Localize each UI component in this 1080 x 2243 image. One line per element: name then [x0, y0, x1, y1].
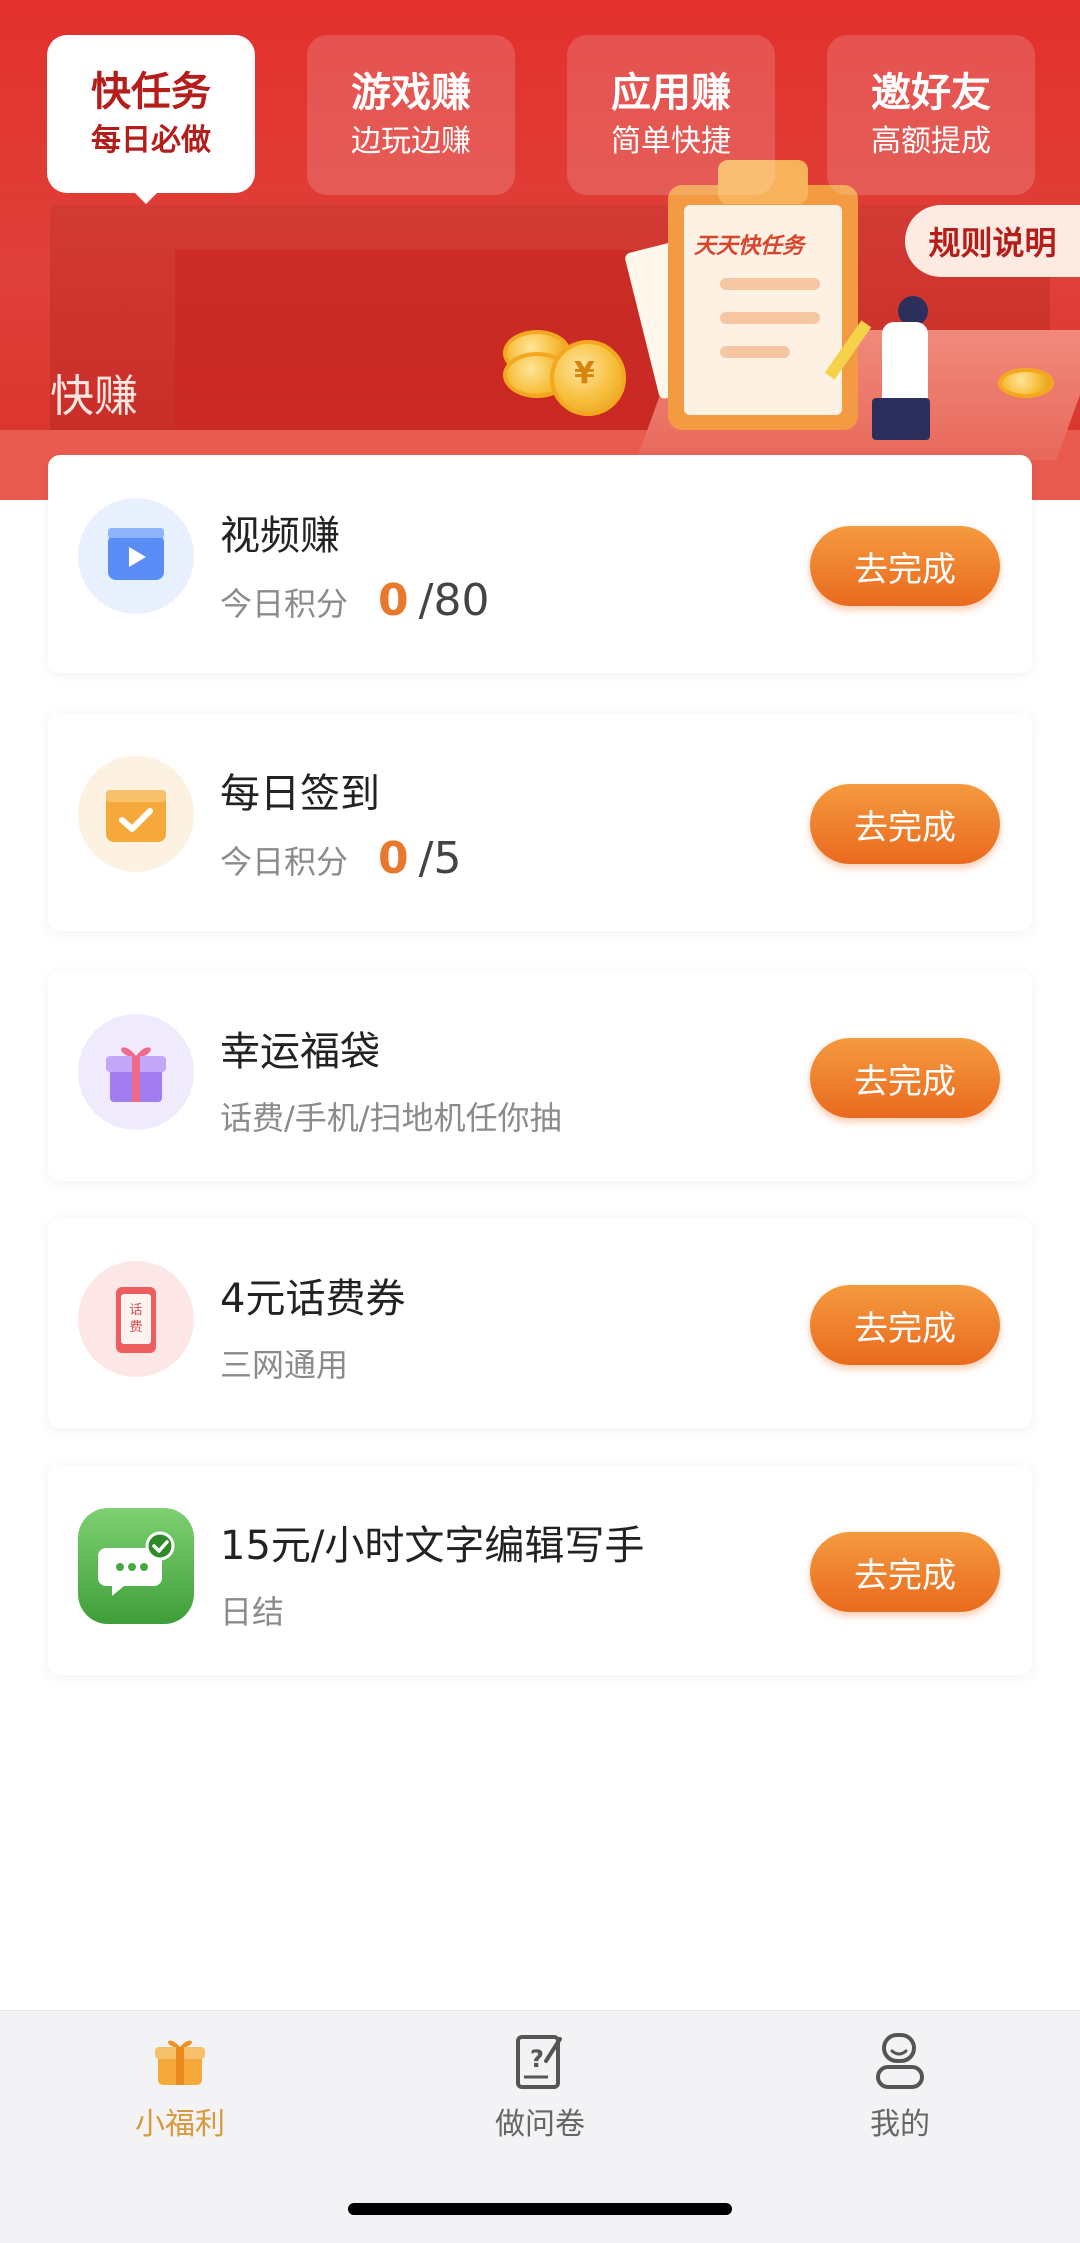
- nav-item-mine[interactable]: 我的: [800, 2031, 1000, 2143]
- task-title: 每日签到: [220, 771, 380, 817]
- video-icon: [78, 498, 194, 614]
- tab-quick-tasks[interactable]: 快任务 每日必做: [47, 35, 255, 193]
- tab-app-earn[interactable]: 应用赚 简单快捷: [567, 35, 775, 195]
- chat-check-icon: [78, 1508, 194, 1624]
- task-description: 三网通用: [220, 1346, 349, 1384]
- header-banner: 天天快任务 ¥ 快任务 每日必做 游戏赚 边玩边赚 应用赚 简单快捷 邀好友 高…: [0, 0, 1080, 500]
- clipboard-line: [720, 278, 820, 290]
- score-current: 0: [378, 575, 409, 626]
- task-card-video: 视频赚 今日积分 0 / 80 去完成: [48, 455, 1032, 673]
- complete-button[interactable]: 去完成: [810, 1038, 1000, 1118]
- clipboard-line: [720, 312, 820, 324]
- tab-subtitle: 每日必做: [91, 123, 211, 158]
- gift-box-icon: [78, 1014, 194, 1130]
- score-label: 今日积分: [220, 843, 349, 881]
- nav-label: 我的: [870, 2107, 930, 2142]
- tab-invite-friends[interactable]: 邀好友 高额提成: [827, 35, 1035, 195]
- score-separator: /: [418, 575, 434, 626]
- coin-symbol: ¥: [574, 356, 595, 391]
- coin-icon: [998, 368, 1054, 398]
- clipboard-line: [720, 346, 790, 358]
- person-illustration-legs: [872, 398, 930, 440]
- task-card-phone-bill: 话 费 4元话费券 三网通用 去完成: [48, 1218, 1032, 1428]
- section-title: 快赚: [50, 371, 138, 422]
- nav-label: 做问卷: [495, 2107, 585, 2142]
- complete-button[interactable]: 去完成: [810, 1285, 1000, 1365]
- score-max: 80: [433, 575, 490, 626]
- task-score-line: 今日积分 0 / 5: [220, 833, 461, 884]
- active-tab-pointer: [132, 190, 160, 204]
- tab-subtitle: 简单快捷: [611, 124, 731, 159]
- task-score-line: 今日积分 0 / 80: [220, 575, 489, 626]
- task-description: 日结: [220, 1593, 285, 1631]
- phone-bill-icon: 话 费: [78, 1261, 194, 1377]
- tab-subtitle: 边玩边赚: [351, 124, 471, 159]
- tab-title: 快任务: [91, 69, 211, 115]
- coin-icon: ¥: [550, 340, 626, 416]
- phone-bill-icon-text: 话: [129, 1303, 142, 1318]
- task-title: 视频赚: [220, 513, 340, 559]
- complete-button[interactable]: 去完成: [810, 1532, 1000, 1612]
- tab-title: 游戏赚: [351, 70, 471, 116]
- illustration-text: 天天快任务: [694, 234, 805, 259]
- task-card-writer-job: 15元/小时文字编辑写手 日结 去完成: [48, 1465, 1032, 1675]
- task-card-lucky-bag: 幸运福袋 话费/手机/扫地机任你抽 去完成: [48, 971, 1032, 1181]
- tab-game-earn[interactable]: 游戏赚 边玩边赚: [307, 35, 515, 195]
- profile-icon: [876, 2033, 924, 2089]
- questionnaire-icon: ?: [516, 2035, 562, 2089]
- complete-button[interactable]: 去完成: [810, 784, 1000, 864]
- score-current: 0: [378, 833, 409, 884]
- nav-label: 小福利: [135, 2107, 225, 2142]
- task-title: 4元话费券: [220, 1276, 406, 1322]
- person-illustration-body: [882, 322, 928, 402]
- score-label: 今日积分: [220, 585, 349, 623]
- score-separator: /: [418, 833, 434, 884]
- task-title: 15元/小时文字编辑写手: [220, 1523, 645, 1569]
- home-indicator[interactable]: [348, 2203, 732, 2215]
- task-card-checkin: 每日签到 今日积分 0 / 5 去完成: [48, 713, 1032, 931]
- task-title: 幸运福袋: [220, 1029, 380, 1075]
- score-max: 5: [433, 833, 462, 884]
- tab-title: 应用赚: [611, 70, 731, 116]
- rules-button[interactable]: 规则说明: [905, 205, 1080, 277]
- tab-title: 邀好友: [871, 70, 991, 116]
- tab-subtitle: 高额提成: [871, 124, 991, 159]
- phone-bill-icon-text: 费: [129, 1320, 142, 1335]
- svg-text:?: ?: [530, 2045, 544, 2073]
- gift-icon: [155, 2040, 205, 2085]
- task-description: 话费/手机/扫地机任你抽: [220, 1099, 562, 1137]
- complete-button[interactable]: 去完成: [810, 526, 1000, 606]
- calendar-check-icon: [78, 756, 194, 872]
- nav-item-questionnaire[interactable]: ? 做问卷: [440, 2031, 640, 2143]
- nav-item-benefits[interactable]: 小福利: [80, 2031, 280, 2143]
